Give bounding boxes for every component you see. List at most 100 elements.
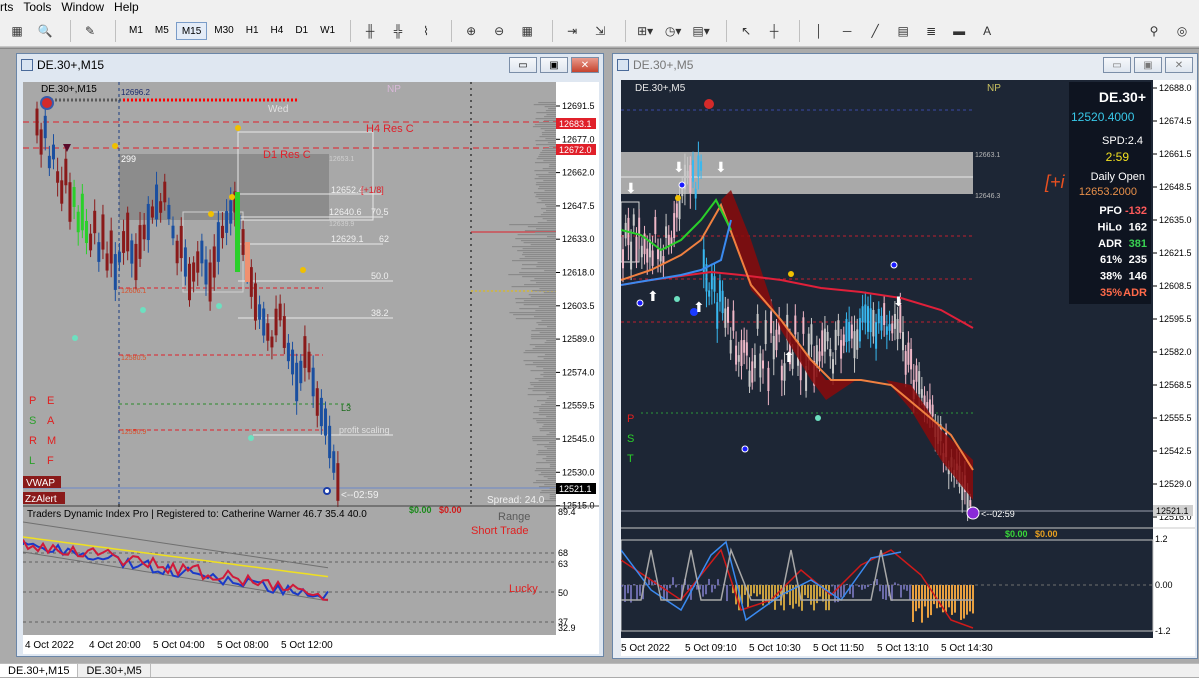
minimize-button[interactable]: ▭: [509, 57, 537, 73]
profile-bar: [523, 248, 556, 249]
chart-shift-icon[interactable]: ⇥: [561, 19, 583, 43]
chart-tab-m15[interactable]: DE.30+,M15: [0, 664, 78, 677]
candle-body: [749, 371, 751, 387]
channel-icon[interactable]: ▤: [892, 19, 914, 43]
chart-window-m5[interactable]: DE.30+,M5 ▭ ▣ ✕: [612, 53, 1198, 659]
menu-help[interactable]: Help: [114, 0, 149, 15]
window-titlebar[interactable]: DE.30+,M5 ▭ ▣ ✕: [613, 54, 1197, 76]
candle-body: [897, 319, 899, 339]
panel-stat-label: 38%: [1100, 271, 1122, 283]
trendline-icon[interactable]: ╱: [864, 19, 886, 43]
candle-body: [716, 302, 718, 329]
arrow-up-icon: ⬆: [647, 288, 659, 304]
menu-window[interactable]: Window: [61, 0, 114, 15]
chart-symbol-label: DE.30+,M5: [635, 83, 686, 94]
candle-body: [60, 180, 63, 203]
candle-body: [303, 336, 306, 368]
crosshair-icon[interactable]: ┼: [763, 19, 785, 43]
chart-area-m5[interactable]: ⬇ ⬇ ⬇ ⬇ ⬆ ⬆ ⬆ DE.30+,M5 NP 12663.1 12646…: [621, 80, 1195, 656]
maximize-button[interactable]: ▣: [540, 57, 568, 73]
print-preview-icon[interactable]: 🔍: [34, 19, 56, 43]
profile-bar: [532, 438, 556, 439]
osc-bar: [870, 584, 872, 585]
panel-stat-value: ADR: [1123, 287, 1147, 299]
zoom-in-icon[interactable]: ⊕: [460, 19, 482, 43]
profile-bar: [543, 218, 556, 219]
minimize-button[interactable]: ▭: [1103, 57, 1131, 73]
main-toolbar: ▦ 🔍 ✎ M1 M5 M15 M30 H1 H4 D1 W1 ╫ ╬ ⌇ ⊕ …: [0, 15, 1199, 47]
vertical-line-icon[interactable]: │: [808, 19, 830, 43]
menu-charts[interactable]: rts: [0, 0, 23, 15]
timeframe-m5[interactable]: M5: [150, 22, 174, 40]
tile-windows-icon[interactable]: ▦: [516, 19, 538, 43]
maximize-button[interactable]: ▣: [1134, 57, 1162, 73]
timeframe-m30[interactable]: M30: [209, 22, 238, 40]
osc-bar: [666, 585, 668, 602]
chart-tab-m5[interactable]: DE.30+,M5: [78, 664, 150, 677]
signal-dot: [891, 262, 897, 268]
price-axis-label: 12582.0: [1159, 347, 1192, 357]
auto-scroll-chart-icon[interactable]: ⇲: [589, 19, 611, 43]
profile-bar: [536, 454, 556, 455]
chart-area-m15[interactable]: DE.30+,M15 12696.2 Wed NP H4 Res C D1 Re…: [23, 82, 599, 654]
auto-scroll-icon[interactable]: ▦: [6, 19, 28, 43]
indicators-icon[interactable]: ⊞▾: [634, 19, 656, 43]
timeframe-m15[interactable]: M15: [176, 22, 207, 40]
profile-bar: [539, 410, 556, 411]
templates-icon[interactable]: ▤▾: [690, 19, 712, 43]
chart-window-m15[interactable]: DE.30+,M15 ▭ ▣ ✕: [16, 53, 604, 657]
menu-tools[interactable]: Tools: [23, 0, 61, 15]
timeframe-m1[interactable]: M1: [124, 22, 148, 40]
fibonacci-icon[interactable]: ≣: [920, 19, 942, 43]
alert-bell-icon[interactable]: [41, 97, 53, 109]
profile-bar: [531, 244, 556, 245]
osc-bar: [861, 585, 863, 590]
osc-bar: [921, 585, 923, 623]
side-letter-s: S: [627, 433, 634, 445]
side-letter-s: S: [29, 415, 36, 427]
timeframe-w1[interactable]: W1: [315, 22, 340, 40]
candle-body: [130, 240, 133, 263]
price-chart-m5[interactable]: ⬇ ⬇ ⬇ ⬇ ⬆ ⬆ ⬆ DE.30+,M5 NP 12663.1 12646…: [621, 80, 1195, 656]
candle-body: [258, 304, 261, 319]
line-chart-icon[interactable]: ⌇: [415, 19, 437, 43]
rectangle-icon[interactable]: ▬: [948, 19, 970, 43]
signal-dot: [300, 267, 306, 273]
zoom-out-icon[interactable]: ⊖: [488, 19, 510, 43]
close-button[interactable]: ✕: [571, 57, 599, 73]
profile-bar: [512, 286, 556, 287]
timeframe-d1[interactable]: D1: [290, 22, 313, 40]
profile-bar: [533, 126, 556, 127]
search-icon[interactable]: ⚲: [1143, 19, 1165, 43]
tdi-profit: $0.00: [409, 505, 432, 515]
candle-body: [819, 351, 821, 361]
community-icon[interactable]: ◎: [1171, 19, 1193, 43]
candle-body: [899, 305, 901, 333]
profile-bar: [538, 450, 556, 451]
close-button[interactable]: ✕: [1165, 57, 1193, 73]
price-axis-label: 12555.5: [1159, 413, 1192, 423]
text-tool-icon[interactable]: A: [976, 19, 998, 43]
menu-bar: rts Tools Window Help: [0, 0, 1199, 15]
profile-bar: [537, 400, 556, 401]
candle-body: [200, 241, 203, 264]
periods-icon[interactable]: ◷▾: [662, 19, 684, 43]
cursor-icon[interactable]: ↖: [735, 19, 757, 43]
price-chart-m15[interactable]: DE.30+,M15 12696.2 Wed NP H4 Res C D1 Re…: [23, 82, 599, 654]
fib-2-label: 12640.6: [329, 207, 362, 217]
profile-bar: [544, 424, 556, 425]
profile-bar: [528, 388, 556, 389]
timeframe-h1[interactable]: H1: [241, 22, 264, 40]
osc-bar: [948, 585, 950, 607]
candle-body: [910, 349, 912, 369]
window-titlebar[interactable]: DE.30+,M15 ▭ ▣ ✕: [17, 54, 603, 76]
horizontal-line-icon[interactable]: ─: [836, 19, 858, 43]
profile-bar: [550, 494, 556, 495]
autotrading-icon[interactable]: ✎: [79, 19, 101, 43]
candle-body: [918, 371, 920, 394]
profile-bar: [540, 430, 556, 431]
timeframe-h4[interactable]: H4: [266, 22, 289, 40]
bar-chart-icon[interactable]: ╫: [359, 19, 381, 43]
osc-bar: [672, 577, 674, 585]
candlestick-icon[interactable]: ╬: [387, 19, 409, 43]
